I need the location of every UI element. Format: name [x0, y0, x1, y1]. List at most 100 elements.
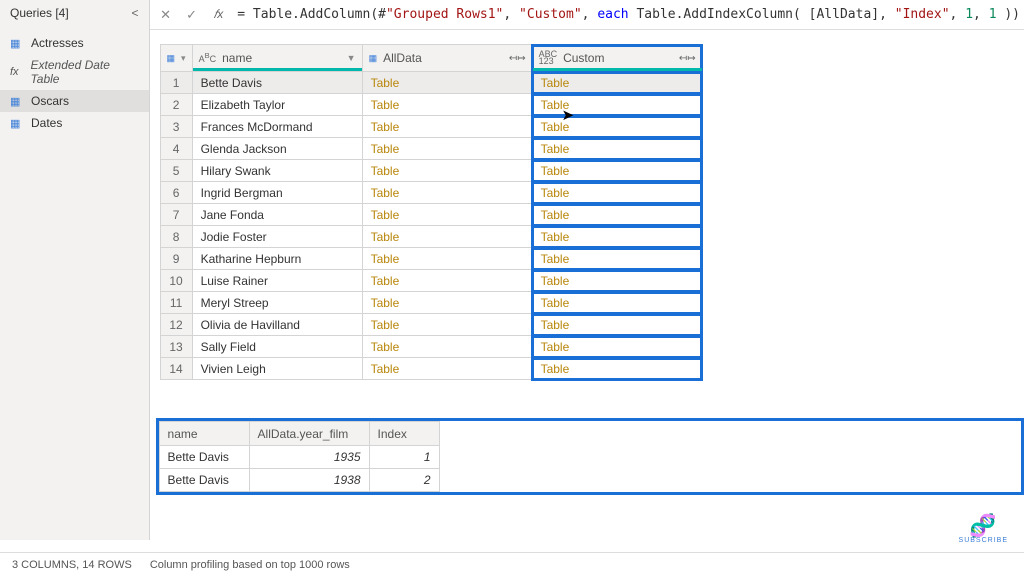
cell-alldata[interactable]: Table	[362, 336, 532, 358]
cell-custom[interactable]: Table	[532, 248, 702, 270]
table-row[interactable]: 3Frances McDormandTableTable	[160, 116, 702, 138]
preview-header-index[interactable]: Index	[369, 422, 439, 446]
row-number: 3	[160, 116, 192, 138]
status-profile: Column profiling based on top 1000 rows	[150, 559, 350, 571]
cell-custom[interactable]: Table	[532, 314, 702, 336]
subscribe-badge[interactable]: 🧬 SUBSCRIBE	[959, 515, 1008, 544]
cell-alldata[interactable]: Table	[362, 292, 532, 314]
row-number: 14	[160, 358, 192, 380]
status-bar: 3 COLUMNS, 14 ROWS Column profiling base…	[0, 552, 1024, 576]
row-number: 2	[160, 94, 192, 116]
cell-alldata[interactable]: Table	[362, 72, 532, 94]
query-item-extended-date[interactable]: fx Extended Date Table	[0, 54, 149, 90]
row-number: 13	[160, 336, 192, 358]
row-number: 10	[160, 270, 192, 292]
preview-header-name[interactable]: name	[159, 422, 249, 446]
table-row[interactable]: 13Sally FieldTableTable	[160, 336, 702, 358]
query-label: Extended Date Table	[31, 58, 139, 86]
expand-icon[interactable]: ↤↦	[509, 53, 526, 64]
query-label: Actresses	[31, 36, 84, 50]
cell-custom[interactable]: Table	[532, 94, 702, 116]
cell-alldata[interactable]: Table	[362, 160, 532, 182]
column-header-name[interactable]: ABCname▼	[192, 45, 362, 72]
table-icon: ▦	[10, 95, 24, 107]
cell-alldata[interactable]: Table	[362, 204, 532, 226]
table-row[interactable]: 9Katharine HepburnTableTable	[160, 248, 702, 270]
cell-alldata[interactable]: Table	[362, 314, 532, 336]
cell-alldata[interactable]: Table	[362, 270, 532, 292]
cell-custom[interactable]: Table	[532, 336, 702, 358]
cell-alldata[interactable]: Table	[362, 248, 532, 270]
fx-icon: fx	[10, 66, 24, 78]
preview-row[interactable]: Bette Davis 1935 1	[159, 446, 439, 469]
cell-name: Jodie Foster	[192, 226, 362, 248]
main-area: ✕ ✓ 𝑓x = Table.AddColumn(#"Grouped Rows1…	[150, 0, 1024, 540]
cell-custom[interactable]: Table	[532, 138, 702, 160]
row-number: 6	[160, 182, 192, 204]
expand-icon[interactable]: ↤↦	[679, 53, 696, 64]
queries-panel: Queries [4] < ▦ Actresses fx Extended Da…	[0, 0, 150, 540]
cell-custom[interactable]: Table	[532, 226, 702, 248]
table-row[interactable]: 10Luise RainerTableTable	[160, 270, 702, 292]
cell-alldata[interactable]: Table	[362, 226, 532, 248]
cell-custom[interactable]: Table	[532, 182, 702, 204]
preview-pane: name AllData.year_film Index Bette Davis…	[156, 418, 1024, 495]
table-row[interactable]: 6Ingrid BergmanTableTable	[160, 182, 702, 204]
query-item-oscars[interactable]: ▦ Oscars	[0, 90, 149, 112]
cancel-formula-button[interactable]: ✕	[154, 3, 178, 27]
cell-name: Bette Davis	[192, 72, 362, 94]
table-row[interactable]: 7Jane FondaTableTable	[160, 204, 702, 226]
cell-name: Katharine Hepburn	[192, 248, 362, 270]
cell-alldata[interactable]: Table	[362, 116, 532, 138]
row-number: 4	[160, 138, 192, 160]
column-header-custom[interactable]: ABC123Custom↤↦	[532, 45, 702, 72]
table-row[interactable]: 12Olivia de HavillandTableTable	[160, 314, 702, 336]
row-number: 1	[160, 72, 192, 94]
table-row[interactable]: 2Elizabeth TaylorTableTable	[160, 94, 702, 116]
cell-custom[interactable]: Table	[532, 204, 702, 226]
query-item-actresses[interactable]: ▦ Actresses	[0, 32, 149, 54]
cell-custom[interactable]: Table	[532, 358, 702, 380]
table-row[interactable]: 4Glenda JacksonTableTable	[160, 138, 702, 160]
cell-name: Ingrid Bergman	[192, 182, 362, 204]
cell-name: Vivien Leigh	[192, 358, 362, 380]
preview-header-year[interactable]: AllData.year_film	[249, 422, 369, 446]
row-number: 9	[160, 248, 192, 270]
cell-custom[interactable]: Table	[532, 72, 702, 94]
table-corner[interactable]: ▦▾	[160, 45, 192, 72]
table-row[interactable]: 1Bette DavisTableTable	[160, 72, 702, 94]
table-row[interactable]: 5Hilary SwankTableTable	[160, 160, 702, 182]
cell-alldata[interactable]: Table	[362, 138, 532, 160]
collapse-panel-icon[interactable]: <	[132, 6, 139, 20]
query-item-dates[interactable]: ▦ Dates	[0, 112, 149, 134]
commit-formula-button[interactable]: ✓	[180, 3, 204, 27]
table-row[interactable]: 14Vivien LeighTableTable	[160, 358, 702, 380]
table-icon: ▦	[10, 117, 24, 129]
cell-custom[interactable]: Table	[532, 116, 702, 138]
cell-name: Sally Field	[192, 336, 362, 358]
cell-custom[interactable]: Table	[532, 292, 702, 314]
table-icon: ▦	[10, 37, 24, 49]
preview-row[interactable]: Bette Davis 1938 2	[159, 469, 439, 492]
cell-name: Meryl Streep	[192, 292, 362, 314]
filter-dropdown-icon[interactable]: ▼	[347, 53, 356, 63]
data-grid: ▦▾ ABCname▼ ▦AllData↤↦ ABC123Custom↤↦ 1B…	[160, 44, 703, 380]
column-header-alldata[interactable]: ▦AllData↤↦	[362, 45, 532, 72]
queries-title: Queries [4]	[10, 6, 69, 20]
row-number: 12	[160, 314, 192, 336]
table-row[interactable]: 11Meryl StreepTableTable	[160, 292, 702, 314]
row-number: 7	[160, 204, 192, 226]
cell-alldata[interactable]: Table	[362, 182, 532, 204]
formula-input[interactable]: = Table.AddColumn(#"Grouped Rows1", "Cus…	[233, 7, 1020, 22]
cell-custom[interactable]: Table	[532, 160, 702, 182]
query-label: Oscars	[31, 94, 69, 108]
cell-name: Glenda Jackson	[192, 138, 362, 160]
cell-name: Olivia de Havilland	[192, 314, 362, 336]
cell-name: Hilary Swank	[192, 160, 362, 182]
cell-custom[interactable]: Table	[532, 270, 702, 292]
row-number: 5	[160, 160, 192, 182]
cell-alldata[interactable]: Table	[362, 94, 532, 116]
cell-name: Elizabeth Taylor	[192, 94, 362, 116]
cell-alldata[interactable]: Table	[362, 358, 532, 380]
table-row[interactable]: 8Jodie FosterTableTable	[160, 226, 702, 248]
